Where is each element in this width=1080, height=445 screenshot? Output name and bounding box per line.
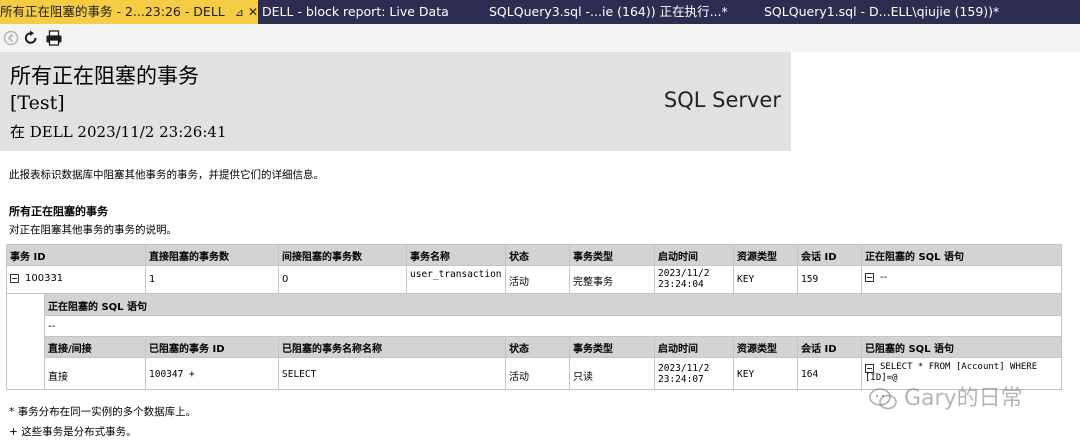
- transaction-name: user_transaction: [407, 266, 506, 294]
- column-header: 会话 ID: [798, 245, 862, 266]
- document-tab-strip: 所有正在阻塞的事务 - 2...23:26 - DELL ⊿ ✕ DELL - bl…: [0, 0, 1080, 24]
- watermark-text: Gary的日常: [904, 386, 1023, 411]
- column-header: 会话 ID: [798, 337, 862, 358]
- section-description: 对正在阻塞其他事务的事务的说明。: [9, 224, 177, 236]
- report-description: 此报表标识数据库中阻塞其他事务的事务，并提供它们的详细信息。: [9, 169, 324, 181]
- column-header: 状态: [506, 337, 570, 358]
- print-icon[interactable]: [45, 29, 63, 47]
- column-header: 事务类型: [570, 245, 655, 266]
- section-title: 所有正在阻塞的事务: [9, 205, 108, 218]
- footnote-distributed-db: * 事务分布在同一实例的多个数据库上。: [9, 406, 197, 418]
- blocked-transaction-id: 100347 +: [146, 358, 279, 390]
- back-icon[interactable]: [2, 29, 20, 47]
- collapse-icon[interactable]: [865, 364, 874, 373]
- blocked-type: 只读: [570, 358, 655, 390]
- nested-indent: [7, 294, 45, 390]
- tab-block-report-live-data[interactable]: DELL - block report: Live Data: [262, 0, 472, 24]
- blocked-resource-type: KEY: [734, 358, 798, 390]
- column-header: 正在阻塞的 SQL 语句: [862, 245, 1062, 266]
- direct-indirect: 直接: [45, 358, 146, 390]
- blocking-sql: --: [880, 272, 888, 283]
- collapse-icon[interactable]: [10, 273, 19, 283]
- column-header: 启动时间: [655, 337, 734, 358]
- blocked-session-id: 164: [798, 358, 862, 390]
- start-time: 2023/11/2 23:24:04: [655, 266, 734, 294]
- column-header: 事务名称: [407, 245, 506, 266]
- tab-label: SQLQuery3.sql -...ie (164)) 正在执行...*: [489, 4, 728, 19]
- column-header: 资源类型: [734, 245, 798, 266]
- blocking-transactions-table: 事务 ID 直接阻塞的事务数 间接阻塞的事务数 事务名称 状态 事务类型 启动时…: [6, 244, 1062, 390]
- resource-type: KEY: [734, 266, 798, 294]
- column-header: 已阻塞的 SQL 语句: [862, 337, 1062, 358]
- blocked-status: 活动: [506, 358, 570, 390]
- table-row-id-cell[interactable]: 100331: [7, 266, 146, 294]
- blocking-sql-header: 正在阻塞的 SQL 语句: [45, 294, 1062, 316]
- column-header: 事务 ID: [7, 245, 146, 266]
- watermark: Gary的日常: [868, 380, 1023, 412]
- blocking-sql-text: --: [45, 316, 1062, 337]
- column-header: 直接/间接: [45, 337, 146, 358]
- column-header: 已阻塞的事务名称名称: [279, 337, 506, 358]
- blocked-transaction-name: SELECT: [279, 358, 506, 390]
- close-icon[interactable]: ✕: [248, 0, 258, 24]
- pin-icon[interactable]: ⊿: [235, 1, 244, 24]
- indirect-blocked-count: 0: [279, 266, 407, 294]
- report-timestamp: 在 DELL 2023/11/2 23:26:41: [10, 123, 227, 141]
- blocking-sql-cell[interactable]: --: [862, 266, 1062, 294]
- column-header: 资源类型: [734, 337, 798, 358]
- column-header: 直接阻塞的事务数: [146, 245, 279, 266]
- tab-label: 所有正在阻塞的事务 - 2...23:26 - DELL: [0, 4, 225, 19]
- direct-blocked-count: 1: [146, 266, 279, 294]
- report-database: [Test]: [10, 92, 65, 114]
- transaction-id: 100331: [25, 273, 64, 284]
- report-title: 所有正在阻塞的事务: [10, 64, 199, 88]
- report-header: 所有正在阻塞的事务 [Test] 在 DELL 2023/11/2 23:26:…: [0, 52, 791, 151]
- report-toolbar: [0, 24, 1080, 52]
- column-header: 已阻塞的事务 ID: [146, 337, 279, 358]
- transaction-type: 完整事务: [570, 266, 655, 294]
- footnote-distributed-tx: + 这些事务是分布式事务。: [9, 426, 137, 438]
- tab-label: SQLQuery1.sql - D...ELL\qiujie (159))*: [764, 4, 1000, 19]
- tab-label: DELL - block report: Live Data: [262, 4, 449, 19]
- wechat-logo-icon: [869, 388, 897, 410]
- column-header: 启动时间: [655, 245, 734, 266]
- column-header: 事务类型: [570, 337, 655, 358]
- collapse-icon[interactable]: [865, 272, 874, 282]
- refresh-icon[interactable]: [22, 29, 40, 47]
- transaction-status: 活动: [506, 266, 570, 294]
- column-header: 状态: [506, 245, 570, 266]
- tab-sqlquery3[interactable]: SQLQuery3.sql -...ie (164)) 正在执行...*: [489, 0, 749, 24]
- column-header: 间接阻塞的事务数: [279, 245, 407, 266]
- tab-blocking-transactions-report[interactable]: 所有正在阻塞的事务 - 2...23:26 - DELL ⊿ ✕: [0, 0, 258, 24]
- tab-sqlquery1[interactable]: SQLQuery1.sql - D...ELL\qiujie (159))*: [764, 0, 1004, 24]
- sql-server-brand: SQL Server: [663, 88, 781, 112]
- session-id: 159: [798, 266, 862, 294]
- blocked-start-time: 2023/11/2 23:24:07: [655, 358, 734, 390]
